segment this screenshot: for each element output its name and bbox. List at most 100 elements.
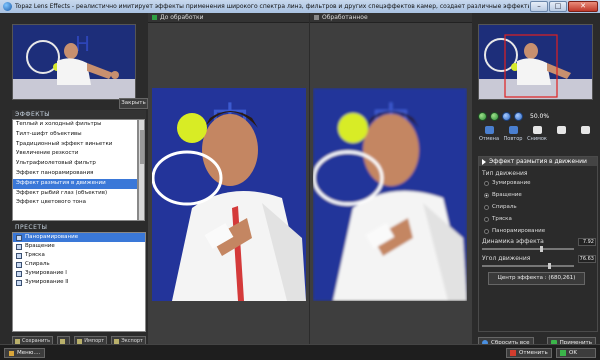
- angle-label: Угол движения: [482, 255, 531, 262]
- angle-slider[interactable]: [482, 263, 574, 269]
- preset-item[interactable]: Зумирование I: [13, 269, 145, 278]
- redo-button[interactable]: Повтор: [502, 126, 524, 150]
- after-label: Обработанное: [322, 14, 368, 21]
- preset-item[interactable]: Зумирование II: [13, 278, 145, 287]
- zoom-controls: 50.0%: [478, 111, 596, 122]
- settings-header[interactable]: Эффект размытия в движении: [479, 157, 597, 166]
- angle-value-field[interactable]: 76.63: [578, 254, 596, 263]
- angle-row: Угол движения 76.63: [482, 254, 596, 263]
- minimize-button[interactable]: –: [530, 1, 548, 12]
- preset-icon: [16, 243, 22, 250]
- dynamics-label: Динамика эффекта: [482, 238, 544, 245]
- window-controls: – □ ✕: [529, 1, 598, 12]
- folder-icon: [60, 338, 66, 344]
- effect-item[interactable]: Тилт-шифт объективы: [13, 130, 137, 140]
- window-title: Topaz Lens Effects - реалистично имитиру…: [15, 3, 529, 10]
- info-button[interactable]: [574, 126, 596, 150]
- before-label: До обработки: [160, 14, 204, 21]
- preset-item-selected[interactable]: Панорамирование: [13, 233, 145, 242]
- radio-label: Панорамирование: [492, 228, 546, 234]
- after-view[interactable]: Обработанное 中: [310, 13, 472, 344]
- navigator-preview[interactable]: [478, 24, 593, 100]
- slider-knob[interactable]: [540, 246, 543, 252]
- snapshot-icon: [532, 126, 542, 134]
- dynamics-value-field[interactable]: 7.92: [578, 237, 596, 246]
- effects-scrollbar[interactable]: [138, 119, 145, 221]
- navigator-thumbnail[interactable]: H: [12, 24, 136, 100]
- effect-item[interactable]: Традиционный эффект виньетки: [13, 140, 137, 150]
- preset-label: Зумирование II: [25, 279, 69, 285]
- effects-title: ЭФФЕКТЫ: [12, 110, 146, 119]
- zoom-fit-icon[interactable]: [502, 112, 511, 121]
- radio-label: Вращение: [492, 192, 522, 198]
- effect-item[interactable]: Теплый и холодный фильтры: [13, 120, 137, 130]
- comment-button[interactable]: [550, 126, 572, 150]
- menu-icon: [9, 350, 14, 356]
- after-view-header: Обработанное: [310, 13, 472, 23]
- effect-settings-panel: Эффект размытия в движении Тип движения …: [478, 156, 598, 332]
- before-view[interactable]: До обработки 中: [148, 13, 309, 344]
- view-toggle-icon[interactable]: [314, 15, 319, 20]
- import-icon: [77, 338, 83, 344]
- before-view-header: До обработки: [148, 13, 309, 23]
- ok-button[interactable]: OK: [556, 348, 596, 358]
- radio-label: Тряска: [492, 216, 512, 222]
- slider-knob[interactable]: [548, 263, 551, 269]
- undo-button[interactable]: Отмена: [478, 126, 500, 150]
- preset-label: Тряска: [25, 252, 45, 258]
- zoom-in-icon[interactable]: [478, 112, 487, 121]
- motion-type-radio[interactable]: Вращение: [484, 192, 522, 198]
- zoom-actual-icon[interactable]: [514, 112, 523, 121]
- preset-icon: [16, 234, 22, 241]
- title-bar: Topaz Lens Effects - реалистично имитиру…: [0, 0, 600, 13]
- preset-icon: [16, 252, 22, 259]
- radio-button-checked[interactable]: [484, 192, 489, 198]
- preset-item[interactable]: Тряска: [13, 251, 145, 260]
- app-icon: [3, 2, 12, 11]
- close-navigator-button[interactable]: Закрыть: [119, 98, 148, 109]
- effect-item[interactable]: Эффект рыбий глаз (объектив): [13, 189, 137, 199]
- motion-type-radio[interactable]: Зумирование: [484, 180, 531, 186]
- preset-item[interactable]: Вращение: [13, 242, 145, 251]
- maximize-button[interactable]: □: [549, 1, 567, 12]
- dynamics-slider[interactable]: [482, 246, 574, 252]
- snapshot-button[interactable]: Снимок: [526, 126, 548, 150]
- right-panel: 50.0% Отмена Повтор Снимок Эффект размыт…: [474, 13, 600, 348]
- ok-label: OK: [569, 350, 577, 356]
- status-bar: Меню.... Отменить OK: [0, 344, 600, 360]
- cancel-button[interactable]: Отменить: [506, 348, 552, 358]
- collapse-arrow-icon: [482, 158, 486, 165]
- effects-list: Теплый и холодный фильтры Тилт-шифт объе…: [12, 119, 138, 221]
- presets-title: ПРЕСЕТЫ: [15, 224, 48, 231]
- original-photo: 中: [152, 88, 306, 301]
- effect-item[interactable]: Эффект цветового тона: [13, 198, 137, 208]
- radio-button[interactable]: [484, 204, 489, 210]
- undo-icon: [484, 126, 494, 134]
- radio-button[interactable]: [484, 180, 489, 186]
- motion-type-radio[interactable]: Панорамирование: [484, 228, 545, 234]
- radio-button[interactable]: [484, 228, 489, 234]
- view-toggle-icon[interactable]: [152, 15, 157, 20]
- close-window-button[interactable]: ✕: [568, 1, 598, 12]
- scrollbar-thumb[interactable]: [140, 130, 144, 164]
- cancel-label: Отменить: [519, 350, 548, 356]
- menu-label: Меню....: [17, 350, 41, 356]
- motion-type-radio[interactable]: Тряска: [484, 216, 512, 222]
- effect-center-button[interactable]: Центр эффекта : (680,261): [488, 272, 585, 285]
- effect-item[interactable]: Увеличение резкости: [13, 149, 137, 159]
- zoom-out-icon[interactable]: [490, 112, 499, 121]
- radio-button[interactable]: [484, 216, 489, 222]
- export-icon: [114, 338, 120, 344]
- effect-item[interactable]: Ультрафиолетовый фильтр: [13, 159, 137, 169]
- preset-item[interactable]: Спираль: [13, 260, 145, 269]
- processed-photo: 中: [313, 88, 467, 301]
- preset-label: Спираль: [25, 261, 50, 267]
- zoom-value: 50.0%: [530, 113, 550, 120]
- preset-label: Панорамирование: [25, 234, 79, 240]
- effect-item[interactable]: Эффект панорамирования: [13, 169, 137, 179]
- history-controls: Отмена Повтор Снимок: [478, 126, 596, 150]
- settings-title: Эффект размытия в движении: [489, 158, 587, 165]
- effect-item-selected[interactable]: Эффект размытия в движении: [13, 178, 137, 189]
- motion-type-radio[interactable]: Спираль: [484, 204, 517, 210]
- menu-button[interactable]: Меню....: [4, 348, 46, 358]
